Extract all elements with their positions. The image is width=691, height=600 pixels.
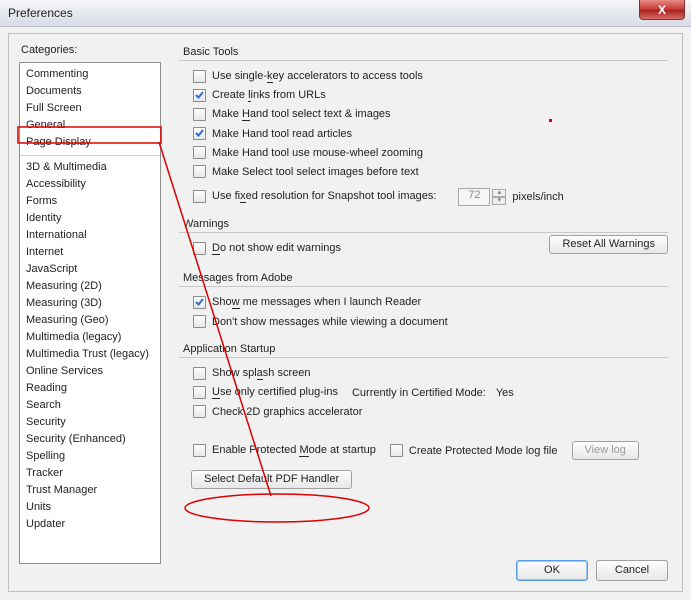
checkbox[interactable] — [193, 242, 206, 255]
group-title: Warnings — [183, 218, 668, 230]
certified-mode-label: Currently in Certified Mode: — [352, 387, 486, 399]
category-item[interactable]: Spelling — [20, 448, 160, 465]
category-item[interactable]: Security (Enhanced) — [20, 431, 160, 448]
category-item[interactable]: Search — [20, 397, 160, 414]
category-item[interactable]: JavaScript — [20, 261, 160, 278]
checkbox[interactable] — [193, 386, 206, 399]
main-content: Basic Tools Use single-key accelerators … — [179, 46, 668, 545]
group-title: Basic Tools — [183, 46, 668, 58]
close-button[interactable]: X — [639, 0, 685, 20]
checkbox[interactable] — [193, 108, 206, 121]
group-warnings: Warnings Do not show edit warnings Reset… — [179, 218, 668, 262]
category-item[interactable]: Measuring (2D) — [20, 278, 160, 295]
category-item[interactable]: Internet — [20, 244, 160, 261]
cancel-button[interactable]: Cancel — [596, 560, 668, 581]
checkbox-label: Create links from URLs — [212, 89, 326, 102]
category-item[interactable]: Security — [20, 414, 160, 431]
close-icon: X — [658, 3, 666, 17]
checkbox-label: Use only certified plug-ins — [212, 386, 338, 399]
category-item[interactable]: Page Display — [20, 134, 160, 151]
checkbox[interactable] — [193, 146, 206, 159]
category-item[interactable]: Multimedia (legacy) — [20, 329, 160, 346]
ok-button[interactable]: OK — [516, 560, 588, 581]
window-title: Preferences — [8, 6, 73, 20]
category-item[interactable]: Commenting — [20, 66, 160, 83]
checkbox-label: Make Hand tool select text & images — [212, 108, 391, 121]
category-item[interactable]: Units — [20, 499, 160, 516]
checkbox[interactable] — [193, 127, 206, 140]
checkbox-label: Do not show edit warnings — [212, 242, 341, 255]
group-title: Application Startup — [183, 343, 668, 355]
checkbox[interactable] — [193, 405, 206, 418]
checkbox-label: Use single-key accelerators to access to… — [212, 70, 423, 83]
checkbox-label: Use fixed resolution for Snapshot tool i… — [212, 190, 436, 203]
categories-group: Commenting Documents Full Screen General… — [20, 63, 160, 155]
checkbox-label: Check 2D graphics accelerator — [212, 406, 362, 418]
group-messages: Messages from Adobe Show me messages whe… — [179, 272, 668, 333]
checkbox[interactable] — [193, 89, 206, 102]
checkbox[interactable] — [193, 315, 206, 328]
checkbox-label: Show splash screen — [212, 367, 310, 380]
category-item[interactable]: Documents — [20, 83, 160, 100]
checkbox[interactable] — [193, 367, 206, 380]
checkbox[interactable] — [193, 296, 206, 309]
checkbox[interactable] — [193, 70, 206, 83]
view-log-button[interactable]: View log — [572, 441, 639, 460]
checkbox-label: Make Select tool select images before te… — [212, 166, 419, 178]
category-item[interactable]: Multimedia Trust (legacy) — [20, 346, 160, 363]
checkbox-label: Create Protected Mode log file — [409, 445, 558, 457]
snapshot-resolution-input[interactable]: 72 — [458, 188, 490, 206]
panel: Categories: Commenting Documents Full Sc… — [8, 33, 683, 592]
category-item[interactable]: Accessibility — [20, 176, 160, 193]
reset-warnings-button[interactable]: Reset All Warnings — [549, 235, 668, 254]
group-basic-tools: Basic Tools Use single-key accelerators … — [179, 46, 668, 208]
unit-label: pixels/inch — [512, 191, 563, 203]
category-item[interactable]: Tracker — [20, 465, 160, 482]
spinner[interactable]: ▴▾ — [492, 189, 506, 205]
checkbox-label: Show me messages when I launch Reader — [212, 296, 421, 309]
window-body: Categories: Commenting Documents Full Sc… — [0, 27, 691, 600]
category-item[interactable]: Full Screen — [20, 100, 160, 117]
category-item[interactable]: Trust Manager — [20, 482, 160, 499]
group-title: Messages from Adobe — [183, 272, 668, 284]
category-item[interactable]: 3D & Multimedia — [20, 159, 160, 176]
checkbox-label: Enable Protected Mode at startup — [212, 444, 376, 457]
category-item[interactable]: Updater — [20, 516, 160, 533]
select-default-pdf-handler-button[interactable]: Select Default PDF Handler — [191, 470, 352, 489]
category-item[interactable]: General — [20, 117, 160, 134]
categories-group: 3D & Multimedia Accessibility Forms Iden… — [20, 155, 160, 537]
titlebar: Preferences X — [0, 0, 691, 27]
spinner-up-icon: ▴ — [492, 189, 506, 197]
category-item[interactable]: Identity — [20, 210, 160, 227]
category-item[interactable]: Measuring (3D) — [20, 295, 160, 312]
certified-mode-value: Yes — [496, 387, 514, 399]
footer: OK Cancel — [516, 560, 668, 581]
checkbox-label: Don't show messages while viewing a docu… — [212, 316, 448, 328]
category-item[interactable]: International — [20, 227, 160, 244]
checkbox[interactable] — [193, 444, 206, 457]
categories-list[interactable]: Commenting Documents Full Screen General… — [19, 62, 161, 564]
category-item[interactable]: Reading — [20, 380, 160, 397]
checkbox[interactable] — [193, 190, 206, 203]
category-item[interactable]: Forms — [20, 193, 160, 210]
group-app-startup: Application Startup Show splash screen U… — [179, 343, 668, 491]
category-item[interactable]: Online Services — [20, 363, 160, 380]
checkbox[interactable] — [390, 444, 403, 457]
spinner-down-icon: ▾ — [492, 197, 506, 205]
category-item[interactable]: Measuring (Geo) — [20, 312, 160, 329]
checkbox[interactable] — [193, 165, 206, 178]
checkbox-label: Make Hand tool use mouse-wheel zooming — [212, 147, 423, 159]
checkbox-label: Make Hand tool read articles — [212, 128, 352, 140]
